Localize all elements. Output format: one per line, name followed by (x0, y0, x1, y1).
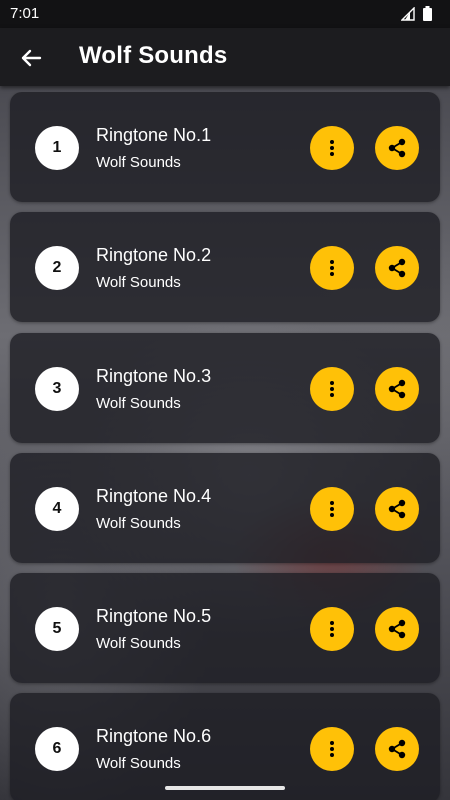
ringtone-subtitle: Wolf Sounds (96, 755, 181, 772)
ringtone-number: 6 (35, 727, 79, 771)
more-vertical-icon (330, 381, 334, 397)
share-button[interactable] (375, 727, 419, 771)
more-options-button[interactable] (310, 126, 354, 170)
ringtone-number: 2 (35, 246, 79, 290)
home-indicator[interactable] (165, 786, 285, 790)
share-button[interactable] (375, 246, 419, 290)
more-vertical-icon (330, 621, 334, 637)
ringtone-number: 3 (35, 367, 79, 411)
status-time: 7:01 (10, 5, 40, 22)
ringtone-number: 1 (35, 126, 79, 170)
share-button[interactable] (375, 367, 419, 411)
app-bar: Wolf Sounds (0, 28, 450, 86)
share-button[interactable] (375, 126, 419, 170)
ringtone-item-3[interactable]: 3 Ringtone No.3 Wolf Sounds (10, 333, 440, 443)
ringtone-name: Ringtone No.3 (96, 366, 212, 386)
ringtone-name: Ringtone No.2 (96, 245, 212, 265)
battery-icon (423, 6, 432, 21)
more-options-button[interactable] (310, 607, 354, 651)
ringtone-item-1[interactable]: 1 Ringtone No.1 Wolf Sounds (10, 92, 440, 202)
share-icon (388, 739, 406, 759)
more-options-button[interactable] (310, 367, 354, 411)
ringtone-name: Ringtone No.6 (96, 726, 212, 746)
ringtone-subtitle: Wolf Sounds (96, 395, 181, 412)
share-button[interactable] (375, 487, 419, 531)
more-vertical-icon (330, 501, 334, 517)
more-options-button[interactable] (310, 487, 354, 531)
ringtone-name: Ringtone No.5 (96, 606, 212, 626)
page-title: Wolf Sounds (79, 42, 228, 69)
ringtone-item-4[interactable]: 4 Ringtone No.4 Wolf Sounds (10, 453, 440, 563)
share-icon (388, 258, 406, 278)
ringtone-number: 5 (35, 607, 79, 651)
more-options-button[interactable] (310, 727, 354, 771)
share-button[interactable] (375, 607, 419, 651)
arrow-left-icon[interactable] (16, 43, 46, 73)
more-vertical-icon (330, 260, 334, 276)
ringtone-name: Ringtone No.1 (96, 125, 212, 145)
ringtone-item-6[interactable]: 6 Ringtone No.6 Wolf Sounds (10, 693, 440, 800)
ringtone-item-2[interactable]: 2 Ringtone No.2 Wolf Sounds (10, 212, 440, 322)
more-options-button[interactable] (310, 246, 354, 290)
ringtone-name: Ringtone No.4 (96, 486, 212, 506)
more-vertical-icon (330, 140, 334, 156)
ringtone-number: 4 (35, 487, 79, 531)
ringtone-subtitle: Wolf Sounds (96, 274, 181, 291)
share-icon (388, 499, 406, 519)
ringtone-list[interactable]: 1 Ringtone No.1 Wolf Sounds 2 Ringtone N… (0, 92, 450, 800)
ringtone-subtitle: Wolf Sounds (96, 635, 181, 652)
ringtone-subtitle: Wolf Sounds (96, 154, 181, 171)
status-bar: 7:01 (0, 0, 450, 28)
share-icon (388, 619, 406, 639)
ringtone-item-5[interactable]: 5 Ringtone No.5 Wolf Sounds (10, 573, 440, 683)
ringtone-subtitle: Wolf Sounds (96, 515, 181, 532)
more-vertical-icon (330, 741, 334, 757)
share-icon (388, 138, 406, 158)
signal-icon (401, 6, 415, 21)
share-icon (388, 379, 406, 399)
